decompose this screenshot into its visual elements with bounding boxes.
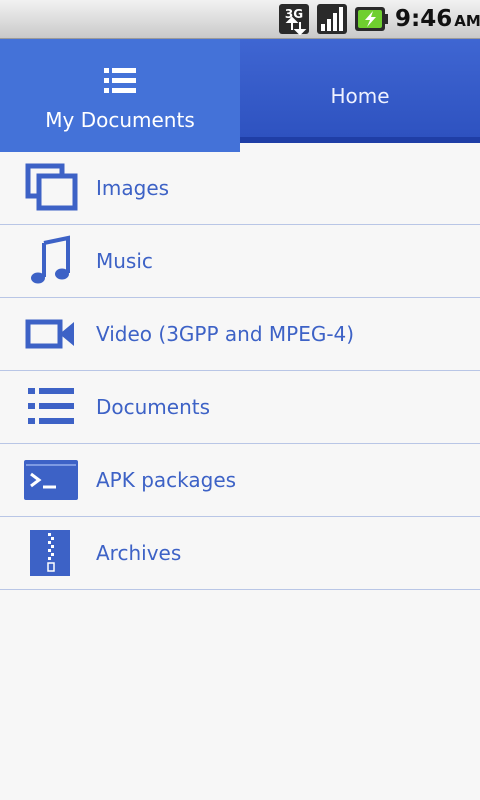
- document-category-list: Images Music Video (3GPP and MPEG-4) Doc…: [0, 152, 480, 590]
- tab-home-label: Home: [330, 84, 390, 108]
- list-item-music[interactable]: Music: [0, 225, 480, 298]
- tab-bar: My Documents Home: [0, 39, 480, 152]
- network-3g-icon: 3G: [279, 4, 309, 35]
- signal-strength-icon: [317, 4, 347, 34]
- list-icon: [104, 68, 136, 93]
- tab-home[interactable]: Home: [240, 39, 480, 143]
- status-time-ampm: AM: [454, 12, 480, 30]
- list-item-documents[interactable]: Documents: [0, 371, 480, 444]
- list-item-apk-packages[interactable]: APK packages: [0, 444, 480, 517]
- status-time-value: 9:46: [395, 6, 453, 32]
- list-item-label: Documents: [96, 395, 211, 419]
- list-item-label: Archives: [96, 541, 182, 565]
- battery-charging-icon: [355, 7, 388, 31]
- tab-my-documents-label: My Documents: [45, 108, 195, 132]
- status-time: 9:46 AM: [395, 6, 480, 32]
- status-bar: 3G 9:46 AM: [0, 0, 480, 39]
- music-note-icon: [31, 235, 70, 284]
- list-item-label: Music: [96, 249, 153, 273]
- list-item-archives[interactable]: Archives: [0, 517, 480, 590]
- terminal-icon: [24, 460, 78, 500]
- tab-my-documents[interactable]: My Documents: [0, 39, 240, 152]
- list-item-video[interactable]: Video (3GPP and MPEG-4): [0, 298, 480, 371]
- video-camera-icon: [25, 319, 74, 349]
- document-list-icon: [28, 388, 74, 424]
- list-item-label: Video (3GPP and MPEG-4): [96, 322, 355, 346]
- list-item-label: Images: [96, 176, 170, 200]
- images-icon: [25, 163, 78, 211]
- zip-archive-icon: [30, 530, 70, 576]
- list-item-images[interactable]: Images: [0, 152, 480, 225]
- list-item-label: APK packages: [96, 468, 237, 492]
